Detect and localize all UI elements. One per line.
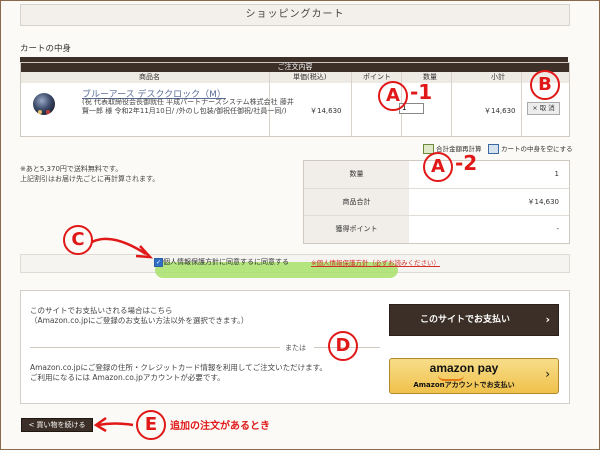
column-header-product: 商品名 <box>139 73 160 81</box>
divider <box>30 347 280 348</box>
shipping-note-line: 上記割引はお届け先ごとに再計算されます。 <box>20 175 160 183</box>
product-description: (祝 代表取締役会長御就任 平成パートナーズシステム株式会社 藤井 賢一郎 様 … <box>82 98 294 115</box>
section-label: カートの中身 <box>20 44 72 54</box>
privacy-agree-checkbox[interactable]: ✓ <box>154 258 163 267</box>
shipping-note: ※あと5,370円で送料無料です。 上記割引はお届け先ごとに再計算されます。 <box>20 164 159 184</box>
summary-value: 1 <box>554 170 559 178</box>
summary-row: 商品合計 ￥14,630 <box>304 188 569 216</box>
privacy-policy-link[interactable]: ※個人情報保護方針（必ずお読みください） <box>311 257 440 267</box>
amazon-pay-logo: amazon pay <box>429 361 499 375</box>
empty-cart-link[interactable]: カートの中身を空にする <box>488 143 573 154</box>
chevron-right-icon: › <box>545 313 550 326</box>
summary-label: 数量 <box>304 161 409 188</box>
item-subtotal: ￥14,630 <box>484 107 516 115</box>
column-divider <box>451 72 452 136</box>
site-payment-line: このサイトでお支払いされる場合はこちら <box>30 306 173 315</box>
annotation-note: 追加の注文があるとき <box>170 421 270 432</box>
privacy-agree-label[interactable]: 個人情報保護方針に同意するに同意する <box>163 257 289 267</box>
cart-table-header: 商品名 単価(税込) ポイント 数量 小計 <box>21 72 569 83</box>
summary-row: 獲得ポイント - <box>304 215 569 243</box>
site-payment-button[interactable]: このサイトでお支払い › <box>389 304 559 336</box>
amazon-payment-line: ご利用になるには Amazon.co.jpアカウントが必要です。 <box>30 373 225 382</box>
column-divider <box>351 72 352 136</box>
amazon-pay-label: Amazonアカウントでお支払い <box>413 381 515 389</box>
empty-cart-label: カートの中身を空にする <box>501 145 573 153</box>
summary-value: ￥14,630 <box>527 198 560 206</box>
delete-item-button[interactable]: × 取 消 <box>527 102 560 115</box>
summary-label: 商品合計 <box>304 189 409 216</box>
site-payment-description: このサイトでお支払いされる場合はこちら （Amazon.co.jpにご登録のお支… <box>30 306 248 326</box>
site-payment-label: このサイトでお支払い <box>420 315 511 325</box>
shipping-note-line: ※あと5,370円で送料無料です。 <box>20 165 123 173</box>
page-title: ショッピングカート <box>20 4 570 26</box>
cart-table-caption: ご注文内容 <box>21 63 569 72</box>
summary-label: 獲得ポイント <box>304 216 409 243</box>
annotation-marker-b: B <box>530 70 560 100</box>
annotation-marker-d: D <box>328 331 358 361</box>
amazon-payment-description: Amazon.co.jpにご登録の住所・クレジットカード情報を利用してご注文いた… <box>30 363 327 383</box>
annotation-marker-a1: A <box>378 81 408 111</box>
or-separator: または <box>285 344 306 352</box>
cart-icon <box>488 144 499 154</box>
product-image[interactable] <box>33 93 55 115</box>
column-header-subtotal: 小計 <box>491 73 505 81</box>
column-divider <box>521 72 522 136</box>
amazon-payment-line: Amazon.co.jpにご登録の住所・クレジットカード情報を利用してご注文いた… <box>30 363 327 372</box>
amazon-pay-button[interactable]: amazon pay Amazonアカウントでお支払い › <box>389 358 559 394</box>
annotation-marker-c: C <box>63 225 93 255</box>
chevron-right-icon: › <box>545 367 550 381</box>
annotation-marker-e: E <box>136 410 166 440</box>
product-image-detail <box>38 110 42 114</box>
annotation-suffix: -2 <box>455 151 478 175</box>
product-image-detail <box>46 110 50 114</box>
annotation-suffix: -1 <box>410 80 433 104</box>
annotation-marker-a2: A <box>423 152 453 182</box>
unit-price: ￥14,630 <box>310 107 342 115</box>
column-header-unit-price: 単価(税込) <box>293 73 327 81</box>
continue-shopping-button[interactable]: < 買い物を続ける <box>21 418 93 432</box>
summary-value: - <box>556 225 559 233</box>
site-payment-line: （Amazon.co.jpにご登録のお支払い方法以外を選択できます。） <box>30 316 249 325</box>
